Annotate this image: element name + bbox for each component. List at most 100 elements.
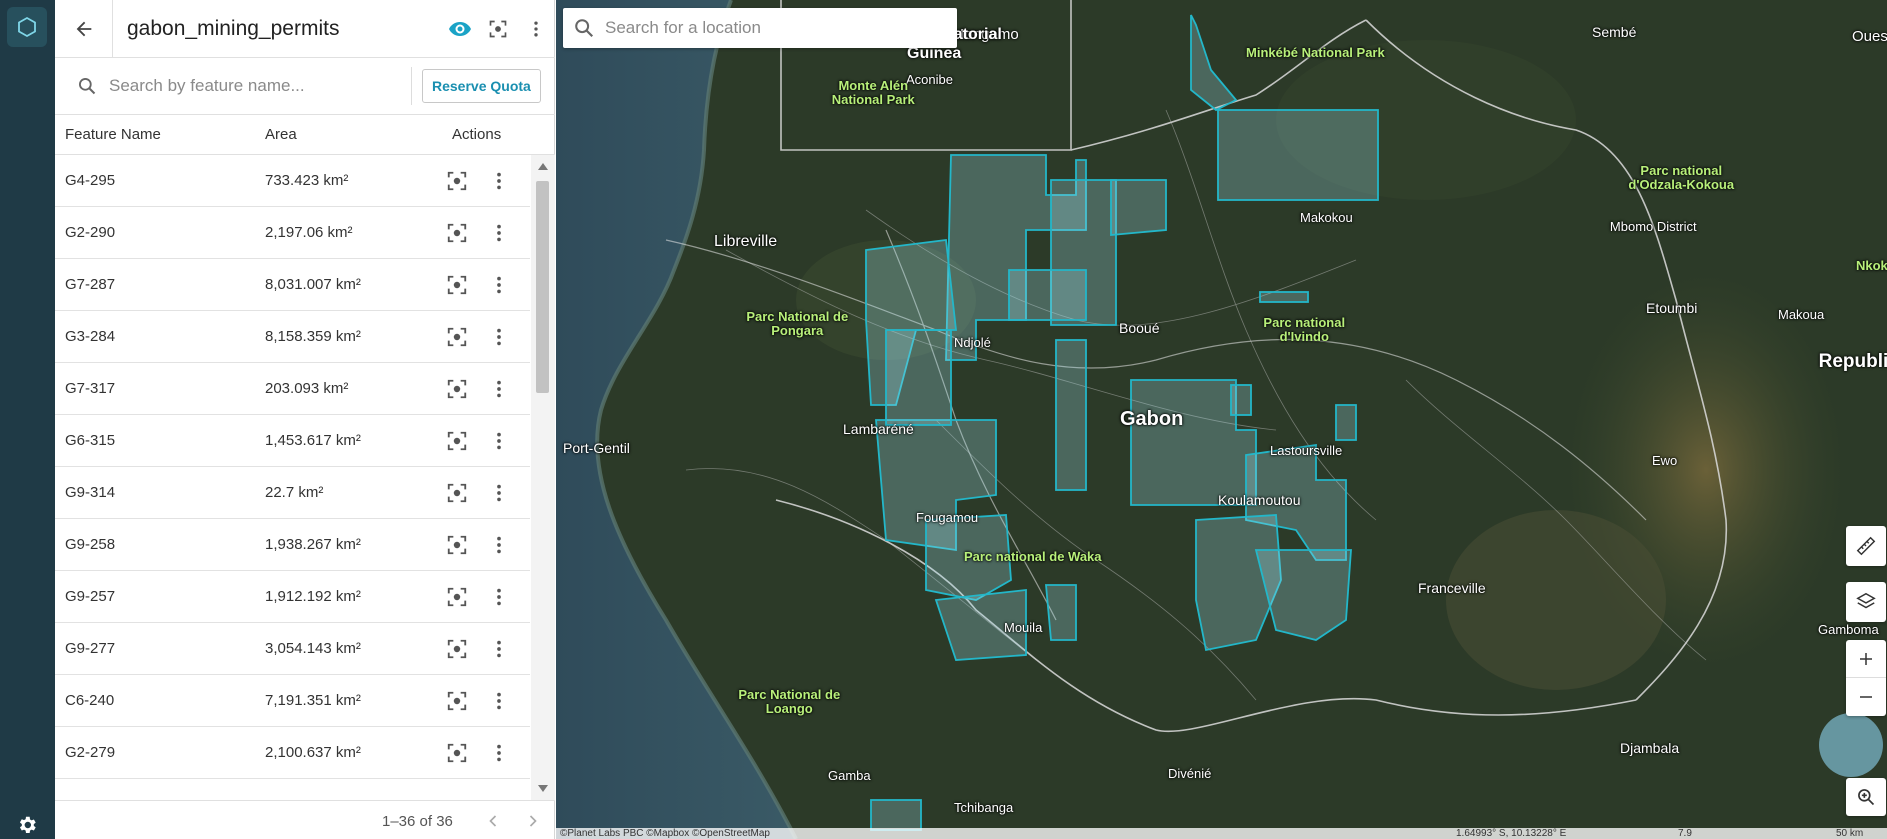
feature-name: G2-290 — [65, 224, 116, 241]
more-vertical-icon[interactable] — [488, 482, 510, 504]
map-label-ndjole: Ndjolé — [954, 335, 991, 350]
feature-area: 1,938.267 km² — [265, 536, 361, 553]
zoom-to-feature-icon[interactable] — [446, 274, 468, 296]
layer-more-button[interactable] — [517, 10, 555, 48]
magnifier-plus-icon — [1858, 789, 1875, 806]
table-row[interactable]: G6-315 1,453.617 km² — [55, 415, 530, 467]
map-label-djambala: Djambala — [1620, 740, 1680, 756]
chevron-right-icon[interactable] — [523, 811, 543, 831]
more-vertical-icon[interactable] — [488, 222, 510, 244]
table-row[interactable]: G7-317 203.093 km² — [55, 363, 530, 415]
map-label-pongara: Parc National de Pongara — [746, 309, 849, 339]
more-vertical-icon[interactable] — [488, 430, 510, 452]
more-vertical-icon[interactable] — [488, 638, 510, 660]
feature-name: G4-295 — [65, 172, 116, 189]
table-row[interactable]: G2-279 2,100.637 km² — [55, 727, 530, 779]
feature-area: 2,197.06 km² — [265, 224, 353, 241]
map-label-tchibanga: Tchibanga — [954, 800, 1014, 815]
zoom-to-feature-icon[interactable] — [446, 690, 468, 712]
map-canvas[interactable]: Mongomo Aconibe Guinea uatorial Monte Alén N… — [556, 0, 1887, 839]
plus-icon — [1860, 652, 1872, 665]
map-status-bar: ©Planet Labs PBC ©Mapbox ©OpenStreetMap … — [556, 828, 1887, 839]
zoom-to-feature-icon[interactable] — [446, 742, 468, 764]
map-label-lastoursville: Lastoursville — [1270, 443, 1343, 458]
location-search-input[interactable] — [605, 18, 935, 38]
table-row[interactable]: G7-287 8,031.007 km² — [55, 259, 530, 311]
more-vertical-icon[interactable] — [488, 378, 510, 400]
zoom-to-feature-icon[interactable] — [446, 326, 468, 348]
feature-name: C6-240 — [65, 692, 115, 709]
zoom-search-button[interactable] — [1846, 778, 1886, 816]
settings-gear-icon[interactable] — [14, 812, 40, 838]
zoom-to-feature-icon[interactable] — [446, 586, 468, 608]
table-row[interactable]: G9-314 22.7 km² — [55, 467, 530, 519]
map-label-makokou: Makokou — [1300, 210, 1353, 225]
table-scrollbar[interactable] — [531, 155, 555, 800]
feature-name: G9-257 — [65, 588, 116, 605]
feature-area: 22.7 km² — [265, 484, 324, 501]
scroll-down-arrow-icon[interactable] — [538, 785, 548, 792]
measure-tool-button[interactable] — [1846, 526, 1886, 566]
feature-table-body: G4-295 733.423 km² G2-290 2,197.06 km² G7-28… — [55, 155, 530, 800]
map-label-republic: Republic the Con — [1818, 351, 1887, 372]
map-attribution[interactable]: ©Planet Labs PBC ©Mapbox ©OpenStreetMap — [560, 828, 770, 839]
zoom-to-feature-icon[interactable] — [446, 430, 468, 452]
table-row[interactable]: G9-258 1,938.267 km² — [55, 519, 530, 571]
feature-name: G7-287 — [65, 276, 116, 293]
more-vertical-icon[interactable] — [488, 690, 510, 712]
panel-header: gabon_mining_permits — [55, 0, 555, 58]
column-header-area[interactable]: Area — [265, 126, 297, 143]
feature-name: G6-315 — [65, 432, 116, 449]
table-row[interactable]: G3-284 8,158.359 km² — [55, 311, 530, 363]
map-label-loango: Parc National de Loango — [738, 687, 841, 717]
reserve-quota-button[interactable]: Reserve Quota — [422, 69, 541, 103]
table-row[interactable]: C6-240 7,191.351 km² — [55, 675, 530, 727]
more-vertical-icon[interactable] — [488, 586, 510, 608]
more-vertical-icon[interactable] — [488, 534, 510, 556]
more-vertical-icon[interactable] — [488, 326, 510, 348]
back-button[interactable] — [55, 0, 113, 58]
feature-area: 203.093 km² — [265, 380, 349, 397]
map-label-minkebe: Minkébé National Park — [1246, 45, 1385, 60]
scroll-thumb[interactable] — [536, 181, 549, 393]
map-label-ivindo: Parc national d'Ivindo — [1263, 315, 1346, 345]
table-row[interactable]: G9-277 3,054.143 km² — [55, 623, 530, 675]
map-label-etoumbi: Etoumbi — [1646, 300, 1698, 316]
zoom-to-feature-icon[interactable] — [446, 534, 468, 556]
more-vertical-icon[interactable] — [488, 170, 510, 192]
map-label-nkok: Nkok — [1856, 258, 1887, 273]
zoom-to-feature-icon[interactable] — [446, 482, 468, 504]
zoom-to-layer-button[interactable] — [479, 10, 517, 48]
pagination-bar: 1–36 of 36 — [55, 800, 555, 839]
map-label-port-gentil: Port-Gentil — [563, 440, 630, 456]
feature-name: G2-279 — [65, 744, 116, 761]
zoom-to-feature-icon[interactable] — [446, 638, 468, 660]
chevron-left-icon[interactable] — [483, 811, 503, 831]
zoom-to-feature-icon[interactable] — [446, 222, 468, 244]
zoom-in-button[interactable] — [1846, 640, 1886, 678]
more-vertical-icon[interactable] — [488, 274, 510, 296]
map-label-divenie: Divénié — [1168, 766, 1212, 781]
more-vertical-icon[interactable] — [488, 742, 510, 764]
map-label-libreville: Libreville — [714, 233, 778, 250]
scroll-up-arrow-icon[interactable] — [538, 163, 548, 170]
feature-search-input[interactable] — [109, 76, 409, 96]
zoom-to-feature-icon[interactable] — [446, 378, 468, 400]
zoom-out-button[interactable] — [1846, 678, 1886, 716]
feature-search-bar: Reserve Quota — [55, 58, 555, 115]
zoom-to-feature-icon[interactable] — [446, 170, 468, 192]
feature-name: G9-258 — [65, 536, 116, 553]
table-row[interactable]: G2-290 2,197.06 km² — [55, 207, 530, 259]
map-label-gabon: Gabon — [1120, 408, 1184, 430]
app-logo-icon[interactable] — [7, 7, 47, 47]
layers-button[interactable] — [1846, 582, 1886, 622]
table-row[interactable]: G4-295 733.423 km² — [55, 155, 530, 207]
map-label-booue: Booué — [1119, 320, 1160, 336]
feature-name: G9-277 — [65, 640, 116, 657]
feature-area: 3,054.143 km² — [265, 640, 361, 657]
visibility-toggle-button[interactable] — [441, 10, 479, 48]
map-label-ewo: Ewo — [1652, 453, 1678, 468]
column-header-feature-name[interactable]: Feature Name — [65, 126, 161, 143]
table-row[interactable]: G9-257 1,912.192 km² — [55, 571, 530, 623]
more-vertical-icon — [534, 21, 538, 36]
